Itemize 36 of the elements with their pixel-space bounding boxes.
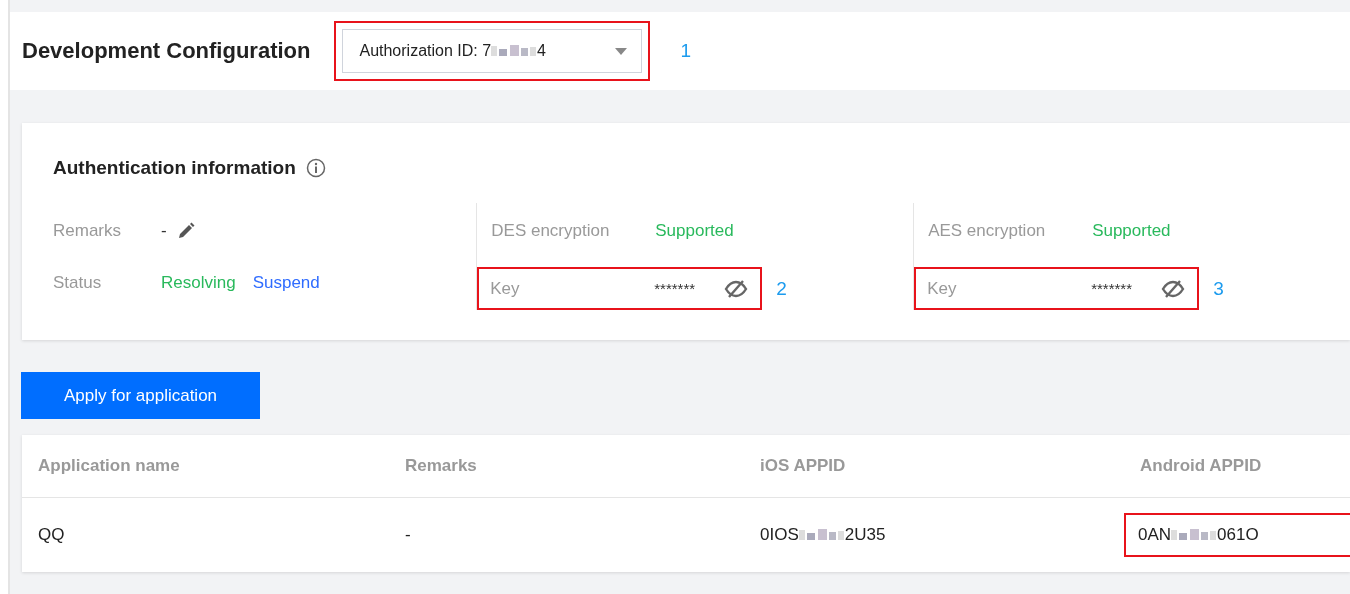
redacted-blur xyxy=(491,44,538,58)
support-status: Supported xyxy=(1092,221,1171,241)
callout-number: 1 xyxy=(680,40,692,62)
support-status: Supported xyxy=(655,221,734,241)
caret-icon xyxy=(615,47,628,55)
page-title: Development Configuration xyxy=(22,38,311,64)
masked-key: ******* xyxy=(1091,280,1162,297)
field-label: AES encryption xyxy=(928,221,1047,241)
redacted-blur xyxy=(798,528,845,542)
status-text: Resolving xyxy=(161,273,236,293)
callout-number: 2 xyxy=(776,277,787,300)
apply-button[interactable]: Apply for application xyxy=(21,372,260,419)
eye-slash-icon[interactable] xyxy=(724,278,749,299)
redacted-blur xyxy=(1171,528,1218,542)
table-cell-text: QQ xyxy=(38,525,66,545)
field-label: Status xyxy=(53,273,103,293)
field-value: - xyxy=(161,221,167,241)
section-title: Authentication information xyxy=(53,157,296,179)
pencil-icon[interactable] xyxy=(176,222,195,240)
table-cell-text: 0IOS 2U35 xyxy=(760,525,887,545)
callout-number: 3 xyxy=(1213,277,1224,300)
info-icon xyxy=(305,158,326,178)
field-label: Key xyxy=(490,278,521,299)
field-label: Key xyxy=(927,278,958,299)
field-label: Remarks xyxy=(53,221,122,241)
table-cell-text: - xyxy=(405,525,412,545)
table-cell: 0AN 061O xyxy=(1138,525,1259,545)
column-header: Remarks xyxy=(405,456,478,476)
masked-key: ******* xyxy=(654,280,725,297)
column-header: Android APPID xyxy=(1140,456,1263,476)
suspend-link[interactable]: Suspend xyxy=(252,273,320,293)
field-label: DES encryption xyxy=(491,221,611,241)
column-header: iOS APPID xyxy=(760,456,847,476)
column-header: Application name xyxy=(38,456,181,476)
eye-slash-icon[interactable] xyxy=(1161,278,1186,299)
authorization-dropdown[interactable]: Authorization ID: 7 4 xyxy=(342,29,643,73)
